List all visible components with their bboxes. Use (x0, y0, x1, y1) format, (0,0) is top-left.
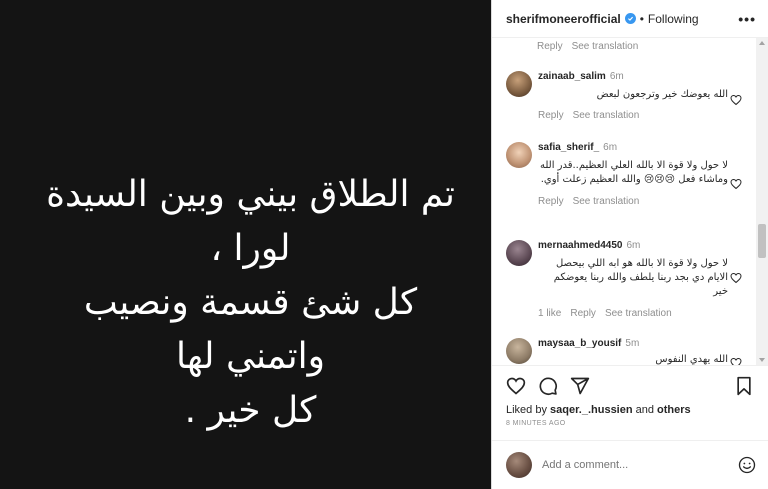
likes-summary: Liked by saqer._.hussien and others (506, 404, 691, 416)
comment-meta: Reply See translation (537, 41, 638, 52)
post-actions-bar (492, 365, 768, 405)
comment-text: لا حول ولا قوة الا بالله هو ابه اللي بيح… (553, 258, 728, 297)
comment-text: الله يعوضك خير وترجعون لبعض (596, 89, 728, 100)
likes-middle: and (632, 404, 658, 416)
comments-scrollbar[interactable] (756, 38, 768, 365)
reply-button[interactable]: Reply (570, 308, 596, 319)
comments-list: Reply See translation zainaab_salim 6m ال… (492, 38, 768, 365)
comment-text: الله يهدي النفوس (655, 354, 728, 365)
comment-item: mernaahmed4450 6m لا حول ولا قوة الا بالل… (506, 240, 742, 319)
reply-button[interactable]: Reply (537, 41, 563, 52)
separator-dot: • (639, 11, 644, 26)
comment-icon[interactable] (538, 376, 558, 396)
comment-time: 6m (609, 71, 624, 82)
bookmark-icon[interactable] (734, 376, 754, 396)
likes-others-link[interactable]: others (657, 404, 691, 416)
comment-username[interactable]: safia_sherif_ (538, 142, 599, 153)
comment-username[interactable]: zainaab_salim (538, 71, 606, 82)
scroll-up-icon[interactable] (759, 41, 765, 45)
comment-item: zainaab_salim 6m الله يعوضك خير وترجعون ل… (506, 71, 742, 121)
scroll-down-icon[interactable] (759, 358, 765, 362)
avatar[interactable] (506, 240, 532, 266)
comment-item: maysaa_b_yousif 5m الله يهدي النفوس (506, 338, 742, 365)
post-time: 8 MINUTES AGO (506, 420, 566, 427)
verified-badge-icon (624, 13, 636, 24)
post-image-text: تم الطلاق بيني وبين السيدة لورا ، كل شئ … (46, 174, 455, 431)
avatar[interactable] (506, 71, 532, 97)
heart-icon[interactable] (730, 94, 742, 106)
see-translation-button[interactable]: See translation (573, 110, 640, 121)
post-image[interactable]: تم الطلاق بيني وبين السيدة لورا ، كل شئ … (0, 0, 491, 489)
following-button[interactable]: Following (648, 12, 699, 26)
liked-by-user[interactable]: saqer._.hussien (550, 404, 633, 416)
post-header: sherifmoneerofficial • Following ••• (492, 0, 768, 38)
likes-prefix: Liked by (506, 404, 551, 416)
comment-time: 6m (626, 240, 641, 251)
comment-time: 6m (603, 142, 618, 153)
comment-time: 5m (625, 338, 640, 349)
emoji-icon[interactable] (738, 456, 756, 474)
reply-button[interactable]: Reply (538, 196, 564, 207)
see-translation-button[interactable]: See translation (572, 41, 639, 52)
avatar[interactable] (506, 142, 532, 168)
see-translation-button[interactable]: See translation (573, 196, 640, 207)
scrollbar-thumb[interactable] (758, 224, 766, 258)
heart-icon[interactable] (506, 376, 526, 396)
add-comment-input[interactable] (542, 459, 738, 471)
heart-icon[interactable] (730, 272, 742, 284)
share-icon[interactable] (570, 376, 590, 396)
instagram-post-view: تم الطلاق بيني وبين السيدة لورا ، كل شئ … (0, 0, 768, 489)
comment-username[interactable]: mernaahmed4450 (538, 240, 623, 251)
reply-button[interactable]: Reply (538, 110, 564, 121)
comment-text: لا حول ولا قوة الا بالله العلي العظيم..ق… (539, 160, 728, 185)
see-translation-button[interactable]: See translation (605, 308, 672, 319)
avatar (506, 452, 532, 478)
post-side-panel: sherifmoneerofficial • Following ••• Rep… (491, 0, 768, 489)
comment-likes[interactable]: 1 like (538, 308, 561, 319)
heart-icon[interactable] (730, 178, 742, 190)
author-username[interactable]: sherifmoneerofficial (506, 12, 621, 26)
comment-item: safia_sherif_ 6m لا حول ولا قوة الا بالله… (506, 142, 742, 207)
heart-icon[interactable] (730, 357, 742, 365)
add-comment-bar (492, 440, 768, 489)
avatar[interactable] (506, 338, 532, 364)
comment-username[interactable]: maysaa_b_yousif (538, 338, 621, 349)
more-options-button[interactable]: ••• (738, 11, 756, 27)
